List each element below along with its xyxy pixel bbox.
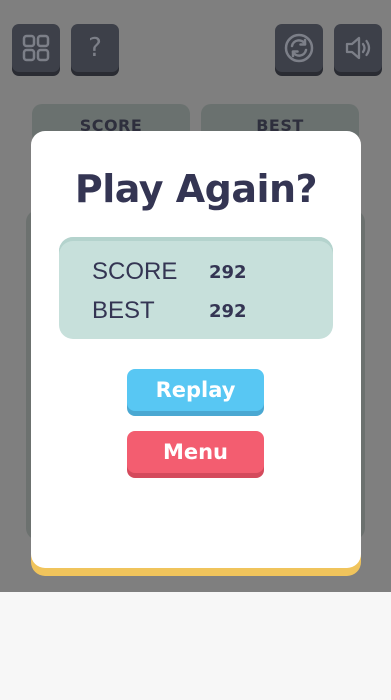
game-screen: ? SCORE BEST Play Again? SCORE 292 BEST …	[0, 0, 391, 700]
dialog-title: Play Again?	[74, 167, 318, 211]
sound-button[interactable]	[334, 24, 382, 72]
best-label: BEST	[92, 297, 155, 324]
grid-menu-button[interactable]	[12, 24, 60, 72]
help-icon: ?	[88, 33, 102, 63]
menu-button[interactable]: Menu	[127, 431, 264, 473]
best-value: 292	[209, 301, 247, 322]
sound-icon	[342, 32, 374, 64]
help-button[interactable]: ?	[71, 24, 119, 72]
replay-button[interactable]: Replay	[127, 369, 264, 411]
restart-icon	[283, 32, 315, 64]
score-summary-panel: SCORE 292 BEST 292	[59, 237, 333, 339]
restart-button[interactable]	[275, 24, 323, 72]
score-label: SCORE	[92, 258, 178, 285]
grid-icon	[21, 33, 51, 63]
score-value: 292	[209, 262, 247, 283]
play-again-dialog: Play Again? SCORE 292 BEST 292 Replay Me…	[31, 131, 361, 568]
